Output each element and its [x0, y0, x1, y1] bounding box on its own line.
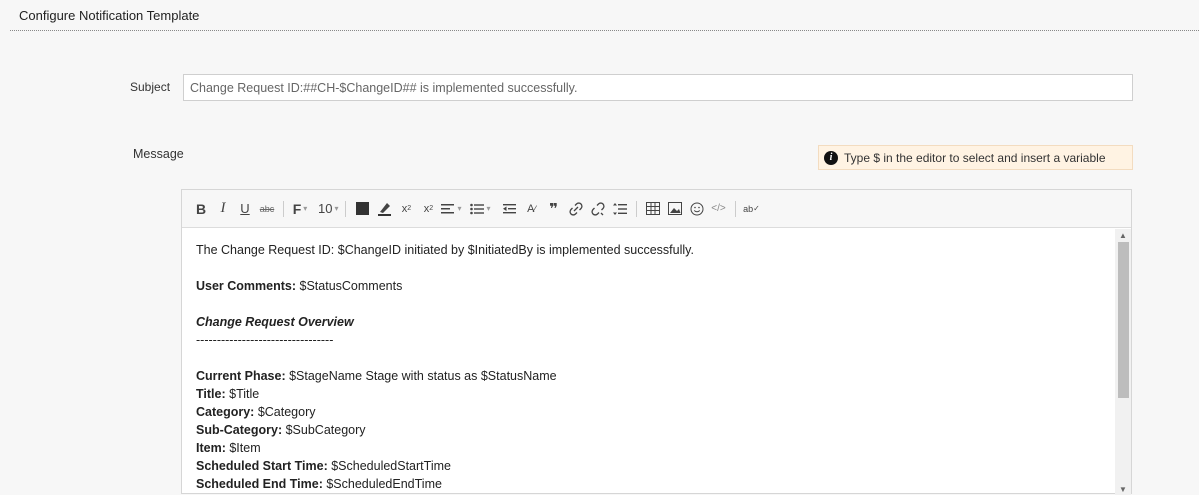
align-button[interactable]: ▾	[439, 198, 463, 220]
content-line: Scheduled End Time: $ScheduledEndTime	[196, 475, 1103, 493]
field-value: $Category	[254, 405, 316, 419]
field-label: Title:	[196, 387, 226, 401]
bullet-list-icon	[469, 203, 484, 214]
hint-text: Type $ in the editor to select and inser…	[844, 150, 1106, 165]
message-editor: B I U abc F ▾ 10 ▾ x2 x2 ▾ ▾ A ⁄ ❞ </> a…	[181, 189, 1132, 495]
field-label: User Comments:	[196, 279, 297, 293]
field-value: $Title	[225, 387, 260, 401]
toolbar-separator	[635, 200, 637, 217]
content-line: Scheduled Start Time: $ScheduledStartTim…	[196, 457, 1103, 475]
text-color-icon	[355, 202, 369, 215]
font-size-select[interactable]: 10 ▾	[316, 198, 340, 220]
field-value: $ScheduledStartTime	[327, 459, 451, 473]
message-label: Message	[133, 147, 184, 161]
field-value: $StageName Stage with status as $StatusN…	[285, 369, 557, 383]
text-color-button[interactable]	[351, 198, 373, 220]
image-button[interactable]	[664, 198, 686, 220]
field-label: Scheduled End Time:	[196, 477, 323, 491]
field-label: Current Phase:	[196, 369, 286, 383]
panel-title: Configure Notification Template	[19, 7, 200, 23]
highlighter-icon	[377, 203, 391, 216]
font-family-button[interactable]: F ▾	[289, 198, 311, 220]
field-label: Item:	[196, 441, 226, 455]
scroll-up-arrow-icon[interactable]: ▲	[1115, 229, 1131, 241]
field-value: $ScheduledEndTime	[322, 477, 442, 491]
line-height-icon	[612, 202, 627, 215]
panel-header: Configure Notification Template	[10, 0, 1199, 31]
format-painter-button[interactable]: A ⁄	[521, 198, 543, 220]
field-label: Category:	[196, 405, 255, 419]
scrollbar-thumb[interactable]	[1118, 242, 1129, 398]
content-line: User Comments: $StatusComments	[196, 277, 1103, 295]
editor-scrollbar[interactable]: ▲ ▼	[1115, 229, 1131, 495]
variable-hint: i Type $ in the editor to select and ins…	[818, 145, 1133, 170]
field-label: Sub-Category:	[196, 423, 283, 437]
info-icon: i	[824, 150, 838, 165]
content-line: Current Phase: $StageName Stage with sta…	[196, 367, 1103, 385]
line-height-button[interactable]	[609, 198, 631, 220]
emoji-button[interactable]	[686, 198, 708, 220]
blockquote-button[interactable]: ❞	[543, 198, 565, 220]
remove-link-button[interactable]	[587, 198, 609, 220]
editor-content[interactable]: The Change Request ID: $ChangeID initiat…	[182, 229, 1117, 495]
editor-toolbar: B I U abc F ▾ 10 ▾ x2 x2 ▾ ▾ A ⁄ ❞ </> a…	[182, 190, 1131, 228]
table-button[interactable]	[642, 198, 664, 220]
field-value: $StatusComments	[296, 279, 403, 293]
insert-link-button[interactable]	[565, 198, 587, 220]
content-line: Item: $Item	[196, 439, 1103, 457]
table-icon	[645, 202, 660, 215]
unlink-icon	[590, 201, 605, 216]
content-line: Title: $Title	[196, 385, 1103, 403]
align-left-icon	[441, 203, 455, 213]
source-code-button[interactable]: </>	[708, 198, 730, 220]
notification-template-panel: Configure Notification Template Subject …	[10, 0, 1199, 495]
content-line: The Change Request ID: $ChangeID initiat…	[196, 243, 694, 257]
toolbar-separator	[345, 200, 347, 217]
content-line: Sub-Category: $SubCategory	[196, 421, 1103, 439]
strikethrough-button[interactable]: abc	[256, 198, 278, 220]
toolbar-separator	[283, 200, 284, 217]
underline-button[interactable]: U	[234, 198, 256, 220]
outdent-icon	[502, 203, 516, 213]
emoji-icon	[690, 202, 704, 215]
image-icon	[667, 202, 682, 215]
scroll-down-arrow-icon[interactable]: ▼	[1115, 483, 1131, 495]
content-line: Category: $Category	[196, 403, 1103, 421]
divider-line: ---------------------------------	[196, 333, 334, 347]
overview-title: Change Request Overview	[196, 315, 354, 329]
field-value: $Item	[225, 441, 261, 455]
spellcheck-button[interactable]: ab ✓	[741, 198, 763, 220]
bold-button[interactable]: B	[190, 198, 212, 220]
font-size-value: 10	[318, 201, 333, 216]
field-value: $SubCategory	[282, 423, 366, 437]
field-label: Scheduled Start Time:	[196, 459, 328, 473]
subscript-button[interactable]: x2	[395, 198, 417, 220]
subject-label: Subject	[130, 80, 171, 94]
link-icon	[568, 201, 583, 216]
background-color-button[interactable]	[373, 198, 395, 220]
superscript-button[interactable]: x2	[417, 198, 439, 220]
outdent-button[interactable]	[499, 198, 521, 220]
toolbar-separator	[734, 200, 736, 217]
italic-button[interactable]: I	[212, 198, 234, 220]
bullet-list-button[interactable]: ▾	[468, 198, 493, 220]
subject-input[interactable]	[183, 74, 1133, 101]
toolbar-separator	[313, 201, 314, 217]
